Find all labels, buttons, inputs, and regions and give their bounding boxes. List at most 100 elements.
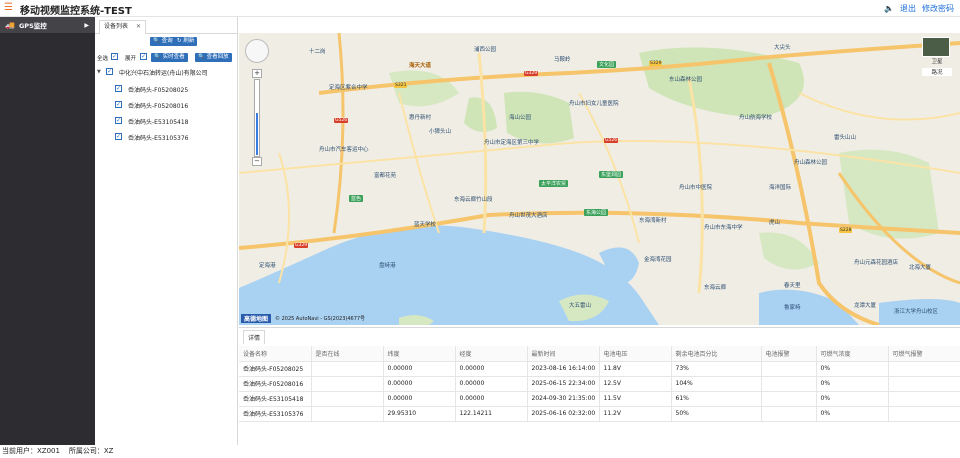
tree-device[interactable]: 岙油码头-E53105418 bbox=[128, 117, 189, 126]
company-checkbox[interactable]: ✓ bbox=[106, 68, 113, 75]
map-label: 浙江大学舟山校区 bbox=[894, 309, 939, 315]
expand-label: 展开 bbox=[125, 56, 137, 62]
caret-down-icon[interactable]: ▼ bbox=[97, 69, 101, 75]
column-header[interactable]: 剩余电池百分比 bbox=[671, 346, 762, 362]
road-shield: G526 bbox=[604, 138, 619, 143]
map-label: 定海区紫合中学 bbox=[329, 85, 368, 91]
table-row[interactable]: 岙油码头-E53105418 0.00000 0.00000 2024-09-3… bbox=[239, 391, 960, 407]
cell-device-name: 岙油码头-E53105418 bbox=[239, 391, 312, 407]
map-label: 金海湾花园 bbox=[644, 257, 672, 263]
sidebar-item-label: GPS监控 bbox=[18, 22, 47, 30]
tree-device[interactable]: 岙油码头-F05208016 bbox=[128, 101, 188, 110]
cell-battery-voltage: 11.2V bbox=[599, 406, 672, 422]
menu-icon[interactable]: ☰ bbox=[4, 3, 13, 13]
cell-latitude: 0.00000 bbox=[383, 376, 456, 392]
map-label: 雷头山山 bbox=[834, 135, 857, 141]
map-label: 鲁家峙 bbox=[784, 305, 801, 311]
map-label: 大尖头 bbox=[774, 45, 791, 51]
cell-latitude: 0.00000 bbox=[383, 391, 456, 407]
expand-checkbox[interactable]: ✓ bbox=[140, 53, 147, 60]
cell-battery-voltage: 11.8V bbox=[599, 361, 672, 377]
device-checkbox[interactable]: ✓ bbox=[115, 117, 122, 124]
tree-company[interactable]: 中化兴中石油转运(舟山)有限公司 bbox=[119, 68, 208, 77]
cell-latest-time: 2023-08-16 16:14:00 bbox=[527, 361, 600, 377]
tab-detail[interactable]: 详情 bbox=[243, 330, 266, 344]
map-label: 十二岗 bbox=[309, 49, 326, 55]
cell-online bbox=[311, 376, 384, 392]
refresh-button[interactable]: ↻ 刷新 bbox=[174, 37, 198, 46]
tree-device[interactable]: 岙油码头-F05208025 bbox=[128, 85, 188, 94]
close-icon[interactable]: ✕ bbox=[136, 23, 141, 30]
change-password-link[interactable]: 修改密码 bbox=[922, 3, 954, 14]
column-header[interactable]: 可燃气浓度 bbox=[816, 346, 889, 362]
column-header[interactable]: 是否在线 bbox=[311, 346, 384, 362]
cell-longitude: 0.00000 bbox=[455, 391, 528, 407]
zoom-in-button[interactable]: + bbox=[252, 69, 262, 78]
zoom-out-button[interactable]: − bbox=[252, 157, 262, 166]
cell-gas-concentration: 0% bbox=[816, 376, 889, 392]
column-header[interactable]: 经度 bbox=[455, 346, 528, 362]
map-label: 海天大道 bbox=[409, 63, 432, 69]
map-label: 马鞍岭 bbox=[554, 57, 571, 63]
cell-gas-alarm bbox=[888, 376, 960, 392]
query-button[interactable]: 🔍 查询 bbox=[150, 37, 176, 46]
cell-latest-time: 2025-06-15 22:34:00 bbox=[527, 376, 600, 392]
cell-battery-alarm bbox=[761, 406, 817, 422]
column-header[interactable]: 可燃气报警 bbox=[888, 346, 960, 362]
column-header[interactable]: 电池报警 bbox=[761, 346, 817, 362]
cell-battery-alarm bbox=[761, 361, 817, 377]
map-view[interactable]: + − 卫星 路况 十二岗 海天大道 定海区紫合中学 惠丹新村 小獐头山 舟山市… bbox=[239, 33, 960, 325]
map-label: 蓝天学校 bbox=[414, 222, 437, 228]
cell-gas-concentration: 0% bbox=[816, 391, 889, 407]
road-shield: G526 bbox=[334, 118, 349, 123]
cell-device-name: 岙油码头-F05208025 bbox=[239, 361, 312, 377]
cell-battery-percent: 61% bbox=[671, 391, 762, 407]
column-header[interactable]: 最新时间 bbox=[527, 346, 600, 362]
map-label: 舟山市中医院 bbox=[679, 185, 713, 191]
select-all-label: 全选 bbox=[97, 56, 109, 62]
map-label: 小獐头山 bbox=[429, 129, 452, 135]
column-header[interactable]: 电池电压 bbox=[599, 346, 672, 362]
column-header[interactable]: 纬度 bbox=[383, 346, 456, 362]
tab-device-list[interactable]: 设备列表 ✕ bbox=[99, 20, 146, 34]
select-all-checkbox[interactable]: ✓ bbox=[111, 53, 118, 60]
device-checkbox[interactable]: ✓ bbox=[115, 85, 122, 92]
place-badge: 太平洋农贸 bbox=[539, 180, 569, 187]
cell-gas-alarm bbox=[888, 406, 960, 422]
copyright-text: © 2025 AutoNavi - GS(2023)4677号 bbox=[275, 316, 366, 322]
table-row[interactable]: 岙油码头-F05208016 0.00000 0.00000 2025-06-1… bbox=[239, 376, 960, 392]
device-checkbox[interactable]: ✓ bbox=[115, 133, 122, 140]
road-shield: S321 bbox=[394, 83, 408, 88]
table-row[interactable]: 岙油码头-E53105376 29.95310 122.14211 2025-0… bbox=[239, 406, 960, 422]
device-table: 设备名称 是否在线 纬度 经度 最新时间 电池电压 剩余电池百分比 电池报警 可… bbox=[239, 346, 960, 422]
app-title: 移动视频监控系统-TEST bbox=[20, 6, 132, 17]
device-checkbox[interactable]: ✓ bbox=[115, 101, 122, 108]
map-label: 春天里 bbox=[784, 283, 801, 289]
compass-icon[interactable] bbox=[245, 39, 269, 63]
traffic-toggle[interactable]: 路况 bbox=[922, 68, 952, 76]
map-label: 北海大厦 bbox=[909, 265, 932, 271]
map-label: 东海云廊 bbox=[704, 285, 727, 291]
sidebar-item-gps[interactable]: 🚚 GPS监控 ▶ bbox=[0, 17, 95, 33]
map-label: 虎山 bbox=[769, 220, 781, 226]
playback-view-button[interactable]: 🔍 查看回放 bbox=[195, 53, 232, 62]
cell-gas-concentration: 0% bbox=[816, 406, 889, 422]
cell-longitude: 0.00000 bbox=[455, 361, 528, 377]
truck-icon: 🚚 bbox=[5, 20, 15, 30]
column-header[interactable]: 设备名称 bbox=[239, 346, 312, 362]
satellite-thumbnail[interactable] bbox=[922, 37, 950, 57]
map-copyright: 高德地图 © 2025 AutoNavi - GS(2023)4677号 bbox=[241, 314, 365, 323]
zoom-slider[interactable] bbox=[254, 79, 260, 157]
road-shield: S329 bbox=[649, 61, 663, 66]
logout-link[interactable]: 退出 bbox=[900, 3, 916, 14]
tree-device[interactable]: 岙油码头-E53105376 bbox=[128, 133, 189, 142]
device-panel: 设备列表 ✕ 🔍 查询 ↻ 刷新 全选 ✓ 展开 ✓ 🔍 实时查看 🔍 查看回放… bbox=[95, 17, 238, 445]
cell-device-name: 岙油码头-F05208016 bbox=[239, 376, 312, 392]
speaker-icon[interactable]: 🔈 bbox=[884, 4, 894, 13]
satellite-label[interactable]: 卫星 bbox=[922, 57, 952, 65]
cell-gas-alarm bbox=[888, 391, 960, 407]
realtime-view-button[interactable]: 🔍 实时查看 bbox=[151, 53, 188, 62]
table-row[interactable]: 岙油码头-F05208025 0.00000 0.00000 2023-08-1… bbox=[239, 361, 960, 377]
place-badge: 东堡洞园 bbox=[599, 171, 624, 178]
cell-online bbox=[311, 406, 384, 422]
